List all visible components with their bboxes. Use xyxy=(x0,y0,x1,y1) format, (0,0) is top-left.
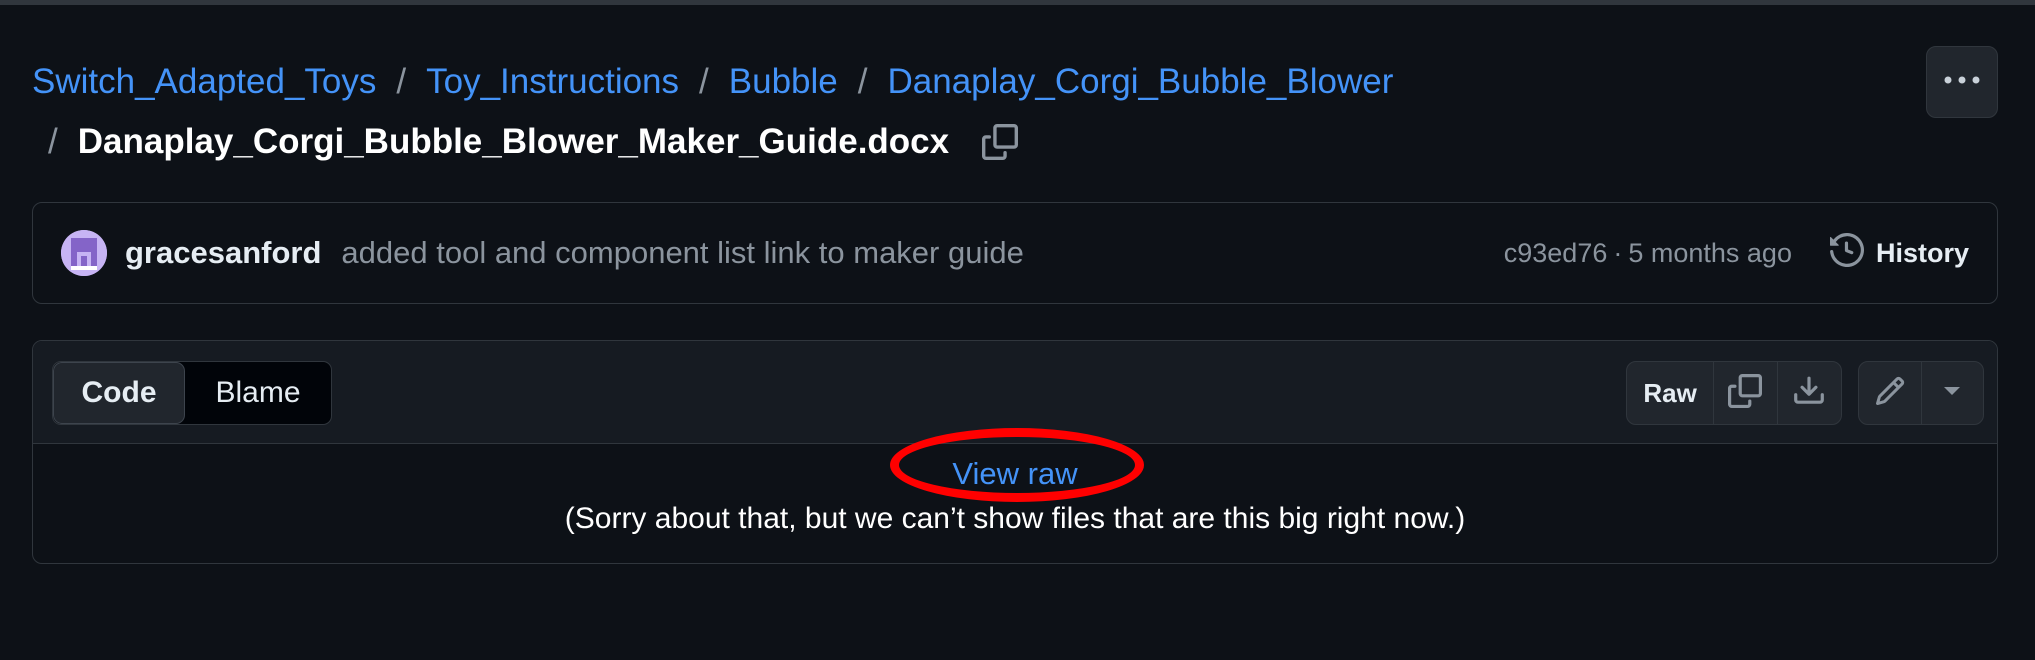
breadcrumb-current-file: Danaplay_Corgi_Bubble_Blower_Maker_Guide… xyxy=(77,122,950,161)
breadcrumb: Switch_Adapted_Toys / Toy_Instructions /… xyxy=(32,52,1892,172)
more-options-button[interactable] xyxy=(1926,46,1998,118)
latest-commit-bar: gracesanford added tool and component li… xyxy=(32,202,1998,304)
avatar[interactable] xyxy=(61,230,107,276)
download-button[interactable] xyxy=(1778,362,1841,424)
history-label: History xyxy=(1875,237,1969,268)
edit-file-button[interactable] xyxy=(1859,362,1922,424)
tab-blame[interactable]: Blame xyxy=(185,362,331,424)
commit-age: 5 months ago xyxy=(1628,237,1792,268)
breadcrumb-link-bubble[interactable]: Bubble xyxy=(729,52,838,112)
breadcrumb-link-repo[interactable]: Switch_Adapted_Toys xyxy=(32,52,376,112)
file-body: View raw (Sorry about that, but we can’t… xyxy=(33,444,1997,563)
commit-message[interactable]: added tool and component list link to ma… xyxy=(341,235,1023,271)
separator-dot: · xyxy=(1613,237,1623,268)
edit-actions-group xyxy=(1858,361,1984,425)
view-raw-link[interactable]: View raw xyxy=(33,456,1997,492)
copy-icon[interactable] xyxy=(981,123,1019,161)
tab-code[interactable]: Code xyxy=(53,362,185,424)
download-icon xyxy=(1792,374,1826,413)
kebab-icon xyxy=(1942,73,1982,91)
copy-raw-button[interactable] xyxy=(1714,362,1778,424)
pencil-icon xyxy=(1874,375,1906,412)
commit-author[interactable]: gracesanford xyxy=(125,235,321,271)
breadcrumb-separator: / xyxy=(48,122,58,161)
edit-dropdown-button[interactable] xyxy=(1922,362,1983,424)
breadcrumb-link-toy-instructions[interactable]: Toy_Instructions xyxy=(426,52,679,112)
breadcrumb-separator: / xyxy=(699,62,709,101)
history-button[interactable]: History xyxy=(1829,232,1969,274)
history-icon xyxy=(1829,232,1876,274)
file-viewer: Code Blame Raw View raw (Sorry about tha… xyxy=(32,340,1998,564)
raw-actions-group: Raw xyxy=(1626,361,1842,425)
view-toggle: Code Blame xyxy=(52,361,332,425)
file-header: Code Blame Raw xyxy=(33,341,1997,444)
breadcrumb-link-corgi-folder[interactable]: Danaplay_Corgi_Bubble_Blower xyxy=(887,52,1393,112)
file-too-large-message: (Sorry about that, but we can’t show fil… xyxy=(564,502,1466,535)
breadcrumb-separator: / xyxy=(857,62,868,101)
raw-button[interactable]: Raw xyxy=(1627,362,1715,424)
top-border xyxy=(0,0,2035,5)
copy-icon xyxy=(1728,373,1763,413)
commit-sha[interactable]: c93ed76 xyxy=(1504,238,1608,269)
breadcrumb-separator: / xyxy=(396,62,407,101)
triangle-down-icon xyxy=(1942,384,1962,402)
